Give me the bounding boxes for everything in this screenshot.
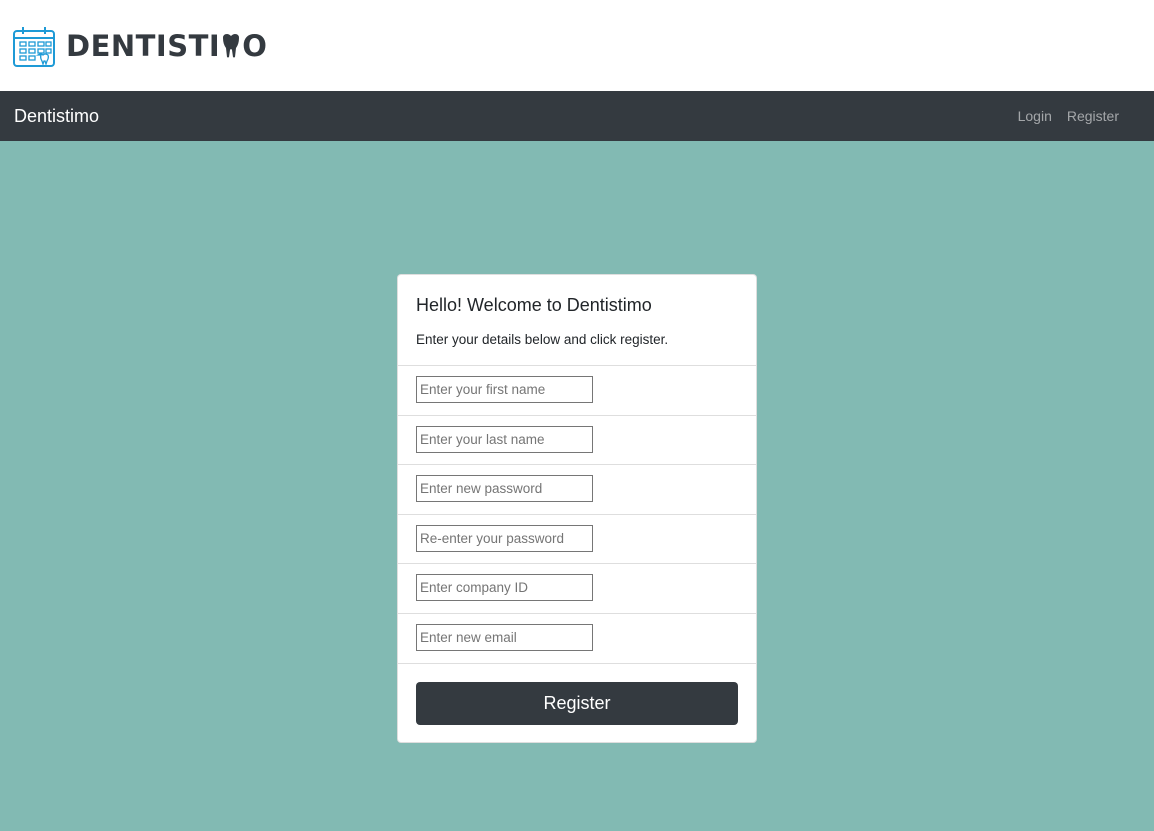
password-field[interactable] (416, 475, 593, 503)
navbar: Dentistimo Login Register (0, 91, 1154, 141)
register-card: Hello! Welcome to Dentistimo Enter your … (397, 274, 757, 743)
nav-link-login[interactable]: Login (1018, 108, 1052, 124)
card-header: Hello! Welcome to Dentistimo Enter your … (398, 275, 756, 366)
logo-text-part1: DENTISTI (66, 29, 221, 63)
first-name-field[interactable] (416, 376, 593, 403)
card-subtitle: Enter your details below and click regis… (416, 332, 669, 347)
logo[interactable]: DENTISTI O (12, 24, 267, 68)
list-item (398, 515, 756, 565)
card-title: Hello! Welcome to Dentistimo (416, 295, 652, 315)
logo-wordmark: DENTISTI O (66, 29, 267, 63)
list-item (398, 614, 756, 664)
top-header: DENTISTI O (0, 0, 1154, 91)
nav-link-register[interactable]: Register (1067, 108, 1119, 124)
register-button[interactable]: Register (416, 681, 738, 725)
list-item (398, 366, 756, 416)
nav-links: Login Register (1018, 108, 1119, 124)
company-id-field[interactable] (416, 574, 593, 602)
list-item (398, 465, 756, 515)
list-item (398, 564, 756, 614)
calendar-tooth-icon (13, 27, 55, 67)
logo-text-part2: O (242, 29, 268, 63)
list-item (398, 416, 756, 466)
tooth-icon (223, 34, 240, 58)
button-wrap: Register (398, 664, 756, 725)
email-field[interactable] (416, 623, 593, 651)
last-name-field[interactable] (416, 425, 593, 453)
navbar-brand[interactable]: Dentistimo (14, 106, 99, 127)
confirm-password-field[interactable] (416, 524, 593, 552)
